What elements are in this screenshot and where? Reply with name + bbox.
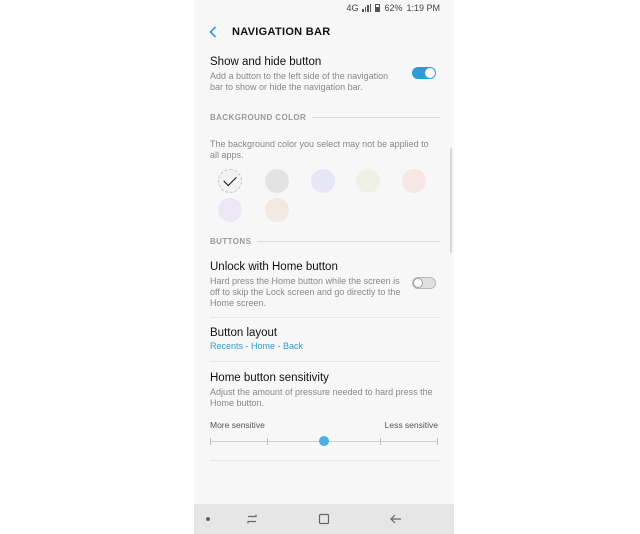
sensitivity-slider[interactable] [210,436,438,446]
unlock-home-toggle[interactable] [412,277,436,289]
row-divider [210,317,440,318]
color-swatch[interactable] [218,198,242,222]
slider-tick [437,438,438,445]
row-divider [210,361,440,362]
button-layout-value: Recents - Home - Back [210,341,304,351]
network-type: 4G [346,3,359,13]
row-divider [210,460,440,461]
battery-icon [375,4,381,12]
color-swatch[interactable] [218,169,242,193]
show-hide-toggle[interactable] [412,67,436,79]
color-swatch[interactable] [265,198,289,222]
buttons-label: BUTTONS [210,237,252,246]
section-divider [257,241,440,242]
button-layout-title: Button layout [210,327,278,339]
slider-max-label: Less sensitive [384,420,438,430]
recents-icon[interactable] [244,511,260,527]
background-color-header: BACKGROUND COLOR [210,113,440,122]
background-color-note: The background color you select may not … [210,136,440,161]
unlock-home-title: Unlock with Home button [210,261,338,273]
sensitivity-labels: More sensitive Less sensitive [210,420,438,430]
check-icon [223,172,237,187]
slider-tick [210,438,211,445]
slider-thumb[interactable] [319,436,329,446]
slider-tick [380,438,381,445]
sensitivity-description: Adjust the amount of pressure needed to … [210,387,433,408]
home-icon[interactable] [316,511,332,527]
clock: 1:19 PM [406,3,440,13]
navigation-bar [194,504,454,534]
color-swatch[interactable] [356,169,380,193]
show-hide-setting[interactable]: Show and hide button Add a button to the… [210,56,440,93]
color-swatch[interactable] [311,169,335,193]
status-bar: 4G 62% 1:19 PM [194,0,454,16]
toggle-knob [413,278,423,288]
back-arrow-icon[interactable] [206,25,220,39]
buttons-header: BUTTONS [210,237,440,246]
show-hide-title: Show and hide button [210,56,322,68]
unlock-home-setting[interactable]: Unlock with Home button Hard press the H… [210,261,440,309]
page-title: NAVIGATION BAR [232,26,331,38]
signal-icon [362,4,372,12]
scrollbar[interactable] [450,148,452,253]
background-color-label: BACKGROUND COLOR [210,113,307,122]
slider-min-label: More sensitive [210,420,265,430]
slider-tick [267,438,268,445]
phone-screen: 4G 62% 1:19 PM NAVIGATION BAR Show and h… [194,0,454,534]
toggle-knob [425,68,435,78]
show-hide-dot-button[interactable] [206,517,210,521]
background-color-description: The background color you select may not … [210,139,429,160]
color-swatch[interactable] [402,169,426,193]
unlock-home-description: Hard press the Home button while the scr… [210,276,401,308]
button-layout-setting[interactable]: Button layout Recents - Home - Back [210,327,440,351]
back-icon[interactable] [388,511,404,527]
battery-percent: 62% [384,3,403,13]
sensitivity-title: Home button sensitivity [210,372,329,384]
sensitivity-setting: Home button sensitivity Adjust the amoun… [210,372,440,409]
color-swatch[interactable] [265,169,289,193]
app-header: NAVIGATION BAR [194,16,454,48]
show-hide-description: Add a button to the left side of the nav… [210,71,389,92]
section-divider [312,117,440,118]
